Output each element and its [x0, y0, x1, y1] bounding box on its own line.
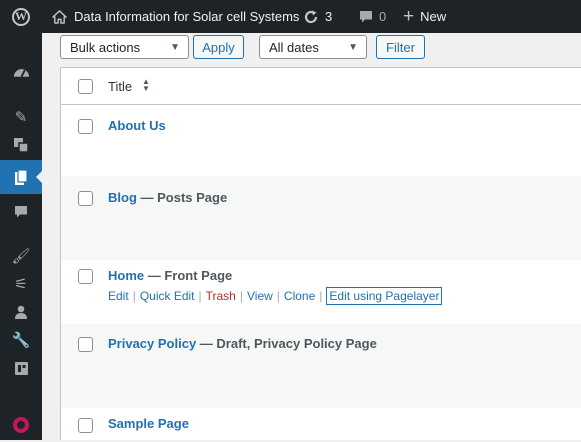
pages-table: Title ▲ ▼ About Us Blog — Posts Page Home…: [60, 67, 581, 440]
pin-icon: ✎: [14, 108, 28, 126]
comments-count: 0: [379, 9, 387, 24]
admin-side-menu: ✎ 🖌 ⚟ 🔧: [0, 33, 42, 440]
page-title-link[interactable]: Blog: [108, 190, 137, 205]
row-checkbox[interactable]: [78, 418, 93, 433]
row-actions: Edit | Quick Edit | Trash | View | Clone…: [108, 287, 443, 305]
new-label: New: [420, 9, 447, 24]
page-state: — Front Page: [144, 268, 233, 283]
page-state: — Draft, Privacy Policy Page: [196, 336, 377, 351]
table-row: About Us: [61, 105, 581, 176]
table-row: Sample Page: [61, 408, 581, 441]
menu-pagelayer[interactable]: [0, 408, 42, 442]
menu-settings[interactable]: [0, 351, 42, 385]
comment-icon: [360, 10, 372, 22]
chevron-down-icon: ▼: [170, 42, 180, 53]
edit-using-pagelayer-link[interactable]: Edit using Pagelayer: [326, 287, 443, 305]
dashboard-icon: [13, 69, 29, 78]
title-column-header[interactable]: Title: [108, 79, 132, 94]
wordpress-logo-icon: W: [12, 7, 30, 26]
site-name-link[interactable]: Data Information for Solar cell Systems: [52, 0, 299, 33]
wp-menu-button[interactable]: W: [0, 0, 42, 33]
sort-icon[interactable]: ▲ ▼: [142, 78, 150, 93]
table-row: Privacy Policy — Draft, Privacy Policy P…: [61, 324, 581, 408]
site-name: Data Information for Solar cell Systems: [74, 9, 300, 24]
comments-icon: [15, 206, 27, 218]
updates-count: 3: [325, 9, 333, 24]
row-title-cell: Blog — Posts Page: [108, 190, 227, 205]
menu-pages[interactable]: [0, 160, 42, 194]
menu-media[interactable]: [0, 128, 42, 162]
appearance-icon: 🖌: [11, 247, 31, 265]
page-title-link[interactable]: About Us: [108, 118, 166, 133]
users-icon: [15, 305, 27, 319]
tools-icon: 🔧: [11, 331, 31, 349]
new-content-link[interactable]: + New: [403, 0, 446, 33]
page-title-link[interactable]: Privacy Policy: [108, 336, 196, 351]
trash-link[interactable]: Trash: [206, 289, 236, 303]
table-row: Blog — Posts Page: [61, 176, 581, 260]
plugins-icon: ⚟: [14, 275, 28, 293]
select-all-checkbox[interactable]: [78, 79, 93, 94]
clone-link[interactable]: Clone: [284, 289, 315, 303]
media-icon: [14, 138, 29, 153]
row-title-cell: Privacy Policy — Draft, Privacy Policy P…: [108, 336, 377, 351]
row-checkbox[interactable]: [78, 269, 93, 284]
plus-icon: +: [403, 6, 415, 27]
row-title-cell: Sample Page: [108, 416, 189, 431]
row-checkbox[interactable]: [78, 119, 93, 134]
edit-link[interactable]: Edit: [108, 289, 129, 303]
pages-icon: [15, 168, 28, 185]
table-row: Home — Front Page Edit | Quick Edit | Tr…: [61, 260, 581, 324]
row-title-cell: Home — Front Page: [108, 268, 232, 283]
filter-button[interactable]: Filter: [376, 35, 425, 59]
bulk-actions-select[interactable]: Bulk actions ▼: [60, 35, 189, 59]
settings-icon: [14, 361, 28, 375]
updates-icon: [304, 10, 318, 23]
row-checkbox[interactable]: [78, 191, 93, 206]
row-title-cell: About Us: [108, 118, 166, 133]
view-link[interactable]: View: [247, 289, 273, 303]
comments-link[interactable]: 0: [359, 0, 386, 33]
menu-dashboard[interactable]: [0, 55, 42, 89]
row-checkbox[interactable]: [78, 337, 93, 352]
pagelayer-icon: [13, 417, 29, 433]
quick-edit-link[interactable]: Quick Edit: [140, 289, 195, 303]
bulk-actions-value: Bulk actions: [70, 39, 141, 55]
page-state: — Posts Page: [136, 190, 228, 205]
home-icon: [52, 9, 67, 24]
date-filter-select[interactable]: All dates ▼: [259, 35, 367, 59]
table-header: Title ▲ ▼: [61, 68, 581, 105]
date-filter-value: All dates: [269, 39, 319, 55]
admin-bar: W Data Information for Solar cell System…: [0, 0, 581, 33]
apply-button[interactable]: Apply: [193, 35, 244, 59]
menu-comments[interactable]: [0, 195, 42, 229]
updates-link[interactable]: 3: [303, 0, 332, 33]
page-title-link[interactable]: Home: [108, 268, 144, 283]
page-title-link[interactable]: Sample Page: [108, 416, 189, 431]
chevron-down-icon: ▼: [348, 42, 358, 53]
